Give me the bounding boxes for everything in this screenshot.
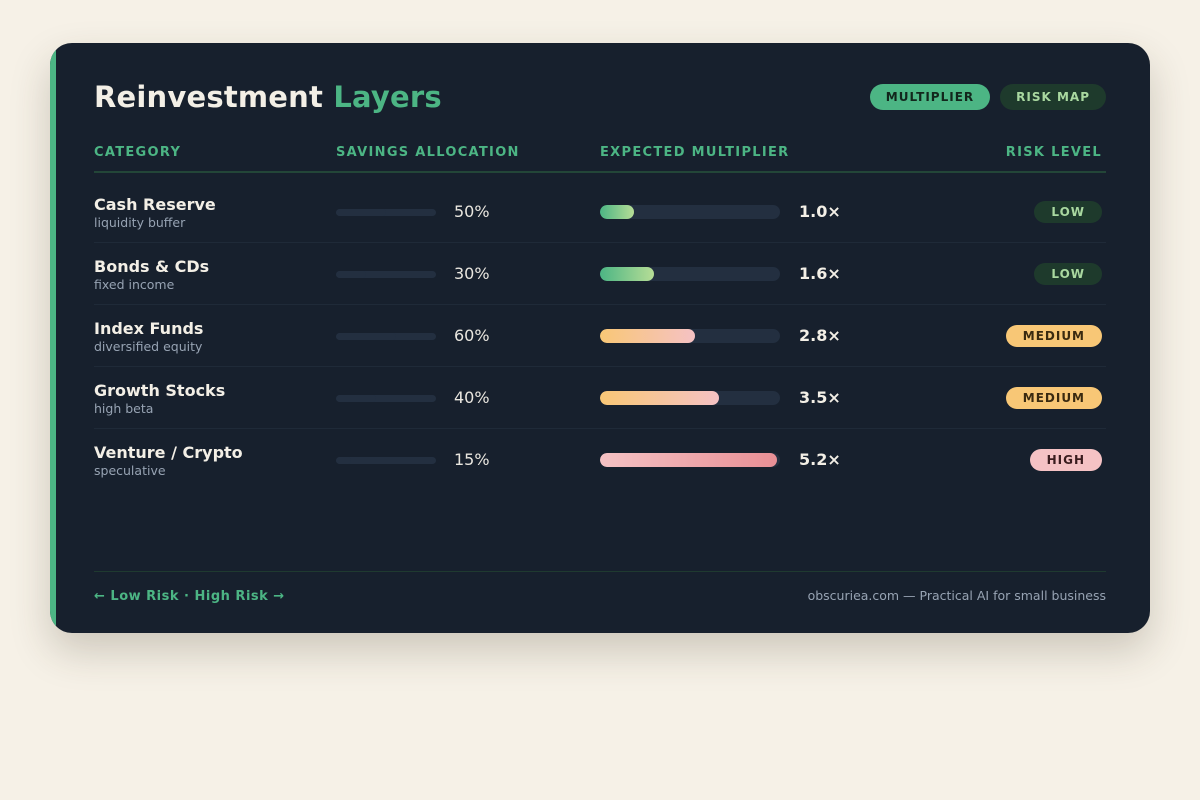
multiplier-value: 3.5× <box>799 388 841 407</box>
allocation-fill <box>336 395 376 402</box>
multiplier-bar <box>600 453 780 467</box>
allocation-fill <box>336 271 366 278</box>
category-subtitle: high beta <box>94 401 154 416</box>
allocation-bar <box>336 457 436 464</box>
multiplier-value: 5.2× <box>799 450 841 469</box>
category-name: Growth Stocks <box>94 381 226 400</box>
allocation-bar <box>336 209 436 216</box>
category-name: Cash Reserve <box>94 195 216 214</box>
multiplier-value: 1.0× <box>799 202 841 221</box>
multiplier-value: 1.6× <box>799 264 841 283</box>
allocation-bar <box>336 333 436 340</box>
allocation-fill <box>336 333 396 340</box>
category-name: Venture / Crypto <box>94 443 243 462</box>
multiplier-fill <box>600 329 696 343</box>
multiplier-fill <box>600 391 719 405</box>
reinvestment-card: Reinvestment Layers MULTIPLIER RISK MAP … <box>50 43 1150 633</box>
multiplier-bar <box>600 329 780 343</box>
credit-text: obscuriea.com — Practical AI for small b… <box>807 588 1106 603</box>
col-multiplier: EXPECTED MULTIPLIER <box>600 145 790 160</box>
col-allocation: SAVINGS ALLOCATION <box>336 145 520 160</box>
col-category: CATEGORY <box>94 145 182 160</box>
allocation-percent: 40% <box>454 388 490 407</box>
risk-badge: LOW <box>1034 263 1102 285</box>
multiplier-fill <box>600 205 634 219</box>
table-row: Growth Stocks high beta 40% 3.5× MEDIUM <box>94 367 1106 429</box>
category-subtitle: speculative <box>94 463 166 478</box>
risk-badge: HIGH <box>1029 449 1102 471</box>
allocation-fill <box>336 457 351 464</box>
table-row: Index Funds diversified equity 60% 2.8× MEDI… <box>94 305 1106 367</box>
category-name: Bonds & CDs <box>94 257 210 276</box>
risk-legend: ← Low Risk · High Risk → <box>94 589 285 604</box>
allocation-bar <box>336 271 436 278</box>
category-subtitle: liquidity buffer <box>94 215 186 230</box>
multiplier-bar <box>600 391 780 405</box>
allocation-percent: 30% <box>454 264 490 283</box>
title-main: Reinvestment <box>94 80 324 114</box>
view-toggle: MULTIPLIER RISK MAP <box>869 84 1106 110</box>
multiplier-bar <box>600 205 780 219</box>
category-subtitle: diversified equity <box>94 339 203 354</box>
table-row: Bonds & CDs fixed income 30% 1.6× LOW <box>94 243 1106 305</box>
risk-badge: LOW <box>1034 201 1102 223</box>
card-header: Reinvestment Layers MULTIPLIER RISK MAP <box>94 79 1106 115</box>
multiplier-bar <box>600 267 780 281</box>
card-footer: ← Low Risk · High Risk → obscuriea.com —… <box>94 571 1106 619</box>
col-risk: RISK LEVEL <box>1005 145 1102 160</box>
title-highlight: Layers <box>333 80 442 114</box>
allocation-percent: 50% <box>454 202 490 221</box>
table-row: Venture / Crypto speculative 15% 5.2× HIGH <box>94 429 1106 491</box>
multiplier-value: 2.8× <box>799 326 841 345</box>
multiplier-fill <box>600 453 777 467</box>
risk-badge: MEDIUM <box>1005 325 1102 347</box>
allocation-fill <box>336 209 386 216</box>
allocation-percent: 15% <box>454 450 490 469</box>
category-subtitle: fixed income <box>94 277 175 292</box>
multiplier-fill <box>600 267 655 281</box>
table-body: Cash Reserve liquidity buffer 50% 1.0× LOW Bo… <box>94 181 1106 491</box>
table-row: Cash Reserve liquidity buffer 50% 1.0× LOW <box>94 181 1106 243</box>
category-name: Index Funds <box>94 319 204 338</box>
allocation-percent: 60% <box>454 326 490 345</box>
allocation-bar <box>336 395 436 402</box>
page-title: Reinvestment Layers <box>94 80 442 114</box>
risk-map-pill[interactable]: RISK MAP <box>1000 84 1106 110</box>
accent-bar <box>50 43 56 633</box>
multiplier-pill[interactable]: MULTIPLIER <box>869 84 991 110</box>
risk-badge: MEDIUM <box>1005 387 1102 409</box>
column-headers: CATEGORY SAVINGS ALLOCATION EXPECTED MUL… <box>94 143 1106 173</box>
